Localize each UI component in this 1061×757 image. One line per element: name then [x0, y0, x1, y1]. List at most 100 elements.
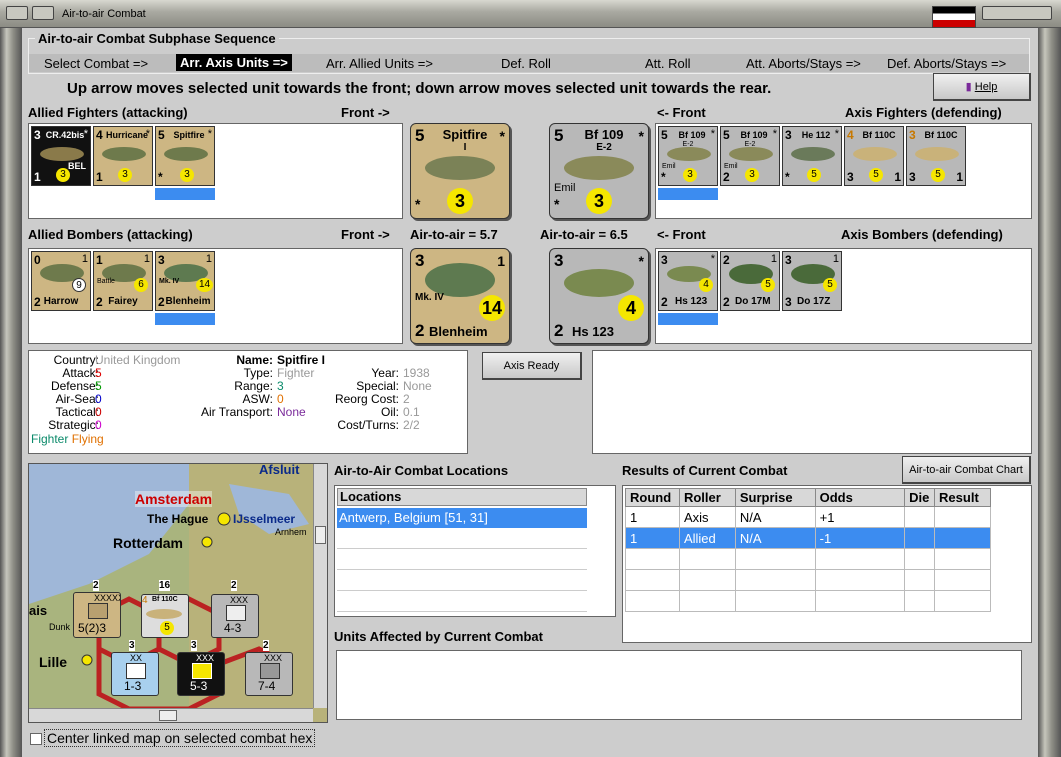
map-stack[interactable]: XXX 4-3: [211, 594, 259, 638]
plane-icon: [667, 147, 711, 161]
unit-counter[interactable]: 3 CR.42bis * BEL 1 3: [31, 126, 91, 186]
selection-bar: [155, 313, 215, 325]
table-row-empty: [625, 569, 991, 591]
location-empty-rows: [337, 528, 587, 614]
system-menu-button[interactable]: [6, 6, 28, 20]
help-button[interactable]: ▮ Help: [933, 73, 1031, 101]
step-def-roll[interactable]: Def. Roll: [501, 56, 551, 71]
message-panel: [592, 350, 1032, 454]
unit-counter-selected[interactable]: 3 1 Mk. IV Blenheim 2 14: [155, 251, 215, 311]
unit-counter-selected[interactable]: 5 Spitfire * * 3: [155, 126, 215, 186]
sequence-legend: Air-to-air Combat Subphase Sequence: [35, 31, 279, 46]
col-round: Round: [625, 488, 680, 507]
active-allied-fighter[interactable]: 5 Spitfire * I * 3: [410, 123, 510, 219]
allied-bombers-title: Allied Bombers (attacking): [28, 227, 193, 242]
step-select-combat[interactable]: Select Combat =>: [44, 56, 148, 71]
locations-title: Air-to-Air Combat Locations: [334, 463, 509, 478]
col-odds: Odds: [814, 488, 906, 507]
location-row[interactable]: Antwerp, Belgium [51, 31]: [337, 508, 587, 528]
axis-bombers-title: Axis Bombers (defending): [841, 227, 1003, 242]
allied-fighters-panel: 3 CR.42bis * BEL 1 3 4 Hurricane * 1 3 5…: [28, 123, 403, 219]
active-allied-bomber[interactable]: 3 1 Mk. IV 2 Blenheim 14: [410, 248, 510, 344]
col-roller: Roller: [678, 488, 736, 507]
axis-bombers-panel: 3 * 2 Hs 123 4 2 1 2 Do 17M 5 3 1 3 Do 1…: [655, 248, 1032, 344]
map-horizontal-scrollbar[interactable]: [29, 708, 313, 722]
table-row-empty: [625, 590, 991, 612]
axis-fighters-panel: 5 Bf 109 E-2 Emil * 3 * 5 Bf 109 E-2 Emi…: [655, 123, 1032, 219]
map-vertical-scrollbar[interactable]: [313, 464, 327, 708]
map-stack[interactable]: XX 1-3: [111, 652, 159, 696]
unit-symbol-icon: [88, 603, 108, 619]
unit-counter[interactable]: 4 Bf 110C 3 5 1: [844, 126, 904, 186]
unit-counter[interactable]: 3 He 112 * 5 *: [782, 126, 842, 186]
unit-counter-selected[interactable]: 5 Bf 109 E-2 Emil * 3 *: [658, 126, 718, 186]
step-def-aborts[interactable]: Def. Aborts/Stays =>: [887, 56, 1006, 71]
unit-counter[interactable]: 1 1 Battle Fairey 2 6: [93, 251, 153, 311]
help-label: Help: [974, 81, 998, 93]
window-title: Air-to-air Combat: [62, 8, 146, 20]
axis-ready-button[interactable]: Axis Ready: [482, 352, 582, 380]
step-arr-axis-units[interactable]: Arr. Axis Units =>: [176, 54, 292, 71]
map-plane-stack[interactable]: 4 Bf 110C 5: [141, 594, 189, 638]
window-frame-left: [0, 28, 22, 757]
allied-bombers-front: Front ->: [341, 227, 390, 242]
table-row[interactable]: 1 Allied N/A -1: [625, 527, 991, 549]
unit-counter[interactable]: 4 Hurricane * 1 3: [93, 126, 153, 186]
table-row[interactable]: 1 Axis N/A +1: [625, 506, 991, 528]
unit-counter[interactable]: 3 Bf 110C 3 5 1: [906, 126, 966, 186]
unit-symbol-icon: [192, 663, 212, 679]
window-frame-right: [1038, 28, 1061, 757]
unit-counter-selected[interactable]: 3 * 2 Hs 123 4: [658, 251, 718, 311]
plane-icon: [915, 147, 959, 161]
allied-air-to-air: Air-to-air = 5.7: [410, 227, 498, 242]
results-table: Round Roller Surprise Odds Die Result 1 …: [625, 488, 991, 612]
linked-map[interactable]: Afsluit Amsterdam The Hague IJsselmeer R…: [28, 463, 328, 723]
map-stack[interactable]: XXX 7-4: [245, 652, 293, 696]
center-map-checkbox[interactable]: [30, 733, 42, 745]
title-bar: Air-to-air Combat: [0, 0, 1061, 28]
subphase-sequence: Air-to-air Combat Subphase Sequence Sele…: [28, 31, 1030, 74]
col-surprise: Surprise: [734, 488, 816, 507]
instruction-text: Up arrow moves selected unit towards the…: [67, 80, 772, 97]
plane-icon: [40, 147, 84, 161]
col-result: Result: [934, 488, 991, 507]
plane-icon: [564, 269, 634, 297]
plane-icon: [564, 156, 634, 180]
locations-list: Locations Antwerp, Belgium [51, 31]: [334, 485, 616, 617]
info-values-right: 1938 None 2 0.1 2/2: [403, 366, 432, 432]
selection-bar: [658, 188, 718, 200]
combat-chart-button[interactable]: Air-to-air Combat Chart: [902, 456, 1031, 484]
info-labels-left: Country: Attack: Defense: Air-Sea: Tacti…: [48, 353, 99, 432]
step-att-aborts[interactable]: Att. Aborts/Stays =>: [746, 56, 861, 71]
allied-fighters-title: Allied Fighters (attacking): [28, 105, 188, 120]
map-stack[interactable]: XXXXX 5(2)3: [73, 592, 121, 638]
plane-icon: [791, 147, 835, 161]
step-arr-allied-units[interactable]: Arr. Allied Units =>: [326, 56, 433, 71]
selection-bar: [658, 313, 718, 325]
minimize-button[interactable]: [32, 6, 54, 20]
locations-header: Locations: [337, 488, 587, 506]
allied-fighters-front: Front ->: [341, 105, 390, 120]
unit-counter[interactable]: 3 1 3 Do 17Z 5: [782, 251, 842, 311]
map-stack[interactable]: XXX 5-3: [177, 652, 225, 696]
unit-counter[interactable]: 0 1 Harrow 2 9: [31, 251, 91, 311]
unit-symbol-icon: [126, 663, 146, 679]
col-die: Die: [904, 488, 936, 507]
unit-counter[interactable]: 2 1 2 Do 17M 5: [720, 251, 780, 311]
plane-icon: [164, 147, 208, 161]
axis-air-to-air: Air-to-air = 6.5: [540, 227, 628, 242]
active-axis-fighter[interactable]: 5 Bf 109 * E-2 Emil * 3: [549, 123, 649, 219]
results-panel: Round Roller Surprise Odds Die Result 1 …: [622, 485, 1032, 643]
affected-units-panel: [336, 650, 1022, 720]
plane-icon: [102, 147, 146, 161]
scroll-thumb[interactable]: [315, 526, 326, 544]
active-axis-bomber[interactable]: 3 * 2 Hs 123 4: [549, 248, 649, 344]
step-att-roll[interactable]: Att. Roll: [645, 56, 691, 71]
affected-title: Units Affected by Current Combat: [334, 629, 543, 644]
plane-icon: [729, 147, 773, 161]
unit-info-panel: Country: Attack: Defense: Air-Sea: Tacti…: [28, 350, 468, 454]
window-controls[interactable]: [982, 6, 1052, 20]
scroll-thumb[interactable]: [159, 710, 177, 721]
unit-counter[interactable]: 5 Bf 109 E-2 Emil 2 3 *: [720, 126, 780, 186]
center-map-label: Center linked map on selected combat hex: [44, 729, 316, 747]
